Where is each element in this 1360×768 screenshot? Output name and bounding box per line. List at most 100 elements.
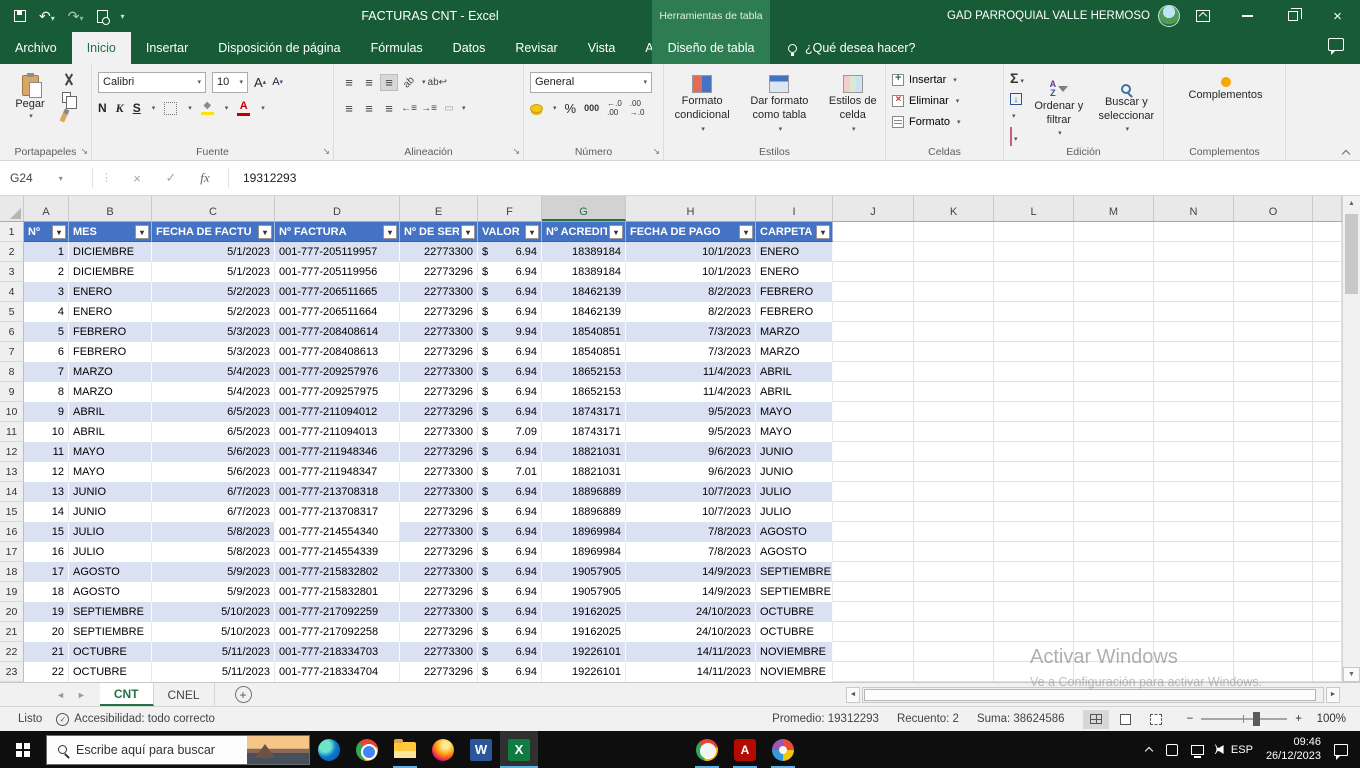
- grid-cell[interactable]: 9: [24, 402, 69, 422]
- grid-cell[interactable]: [833, 362, 914, 382]
- grid-cell[interactable]: ABRIL: [756, 362, 833, 382]
- borders-icon[interactable]: [164, 102, 177, 115]
- language-indicator[interactable]: ESP: [1231, 744, 1253, 756]
- grid-cell[interactable]: 16: [24, 542, 69, 562]
- grid-cell[interactable]: 13: [24, 482, 69, 502]
- grid-cell[interactable]: 18652153: [542, 382, 626, 402]
- grid-cell[interactable]: [1234, 422, 1313, 442]
- grid-cell[interactable]: JUNIO: [69, 502, 152, 522]
- grid-cell[interactable]: [914, 502, 994, 522]
- decrease-indent-icon[interactable]: ←≡: [400, 103, 418, 114]
- grid-cell[interactable]: $6.94: [478, 582, 542, 602]
- scroll-right-icon[interactable]: ►: [1326, 687, 1340, 703]
- grid-cell[interactable]: AGOSTO: [69, 582, 152, 602]
- grid-cell[interactable]: [914, 482, 994, 502]
- grid-cell[interactable]: ENERO: [69, 302, 152, 322]
- grid-cell[interactable]: [1313, 342, 1342, 362]
- page-layout-view-button[interactable]: [1113, 710, 1139, 729]
- grid-cell[interactable]: 18540851: [542, 322, 626, 342]
- grid-cell[interactable]: [914, 582, 994, 602]
- decrease-decimal-icon[interactable]: .00→.0: [630, 99, 645, 117]
- grid-cell[interactable]: 22773300: [400, 642, 478, 662]
- save-icon[interactable]: [14, 10, 26, 22]
- filter-dropdown-icon[interactable]: ▾: [383, 225, 397, 239]
- grid-cell[interactable]: [1074, 362, 1154, 382]
- column-header-H[interactable]: H: [626, 196, 756, 221]
- grid-cell[interactable]: [833, 602, 914, 622]
- row-header-23[interactable]: 23: [0, 662, 24, 682]
- grid-cell[interactable]: [1154, 562, 1234, 582]
- table-col-header[interactable]: MES▾: [69, 222, 152, 242]
- grid-cell[interactable]: [1234, 282, 1313, 302]
- number-dialog-launcher-icon[interactable]: ↘: [652, 146, 660, 157]
- grid-cell[interactable]: [1313, 282, 1342, 302]
- grid-cell[interactable]: MARZO: [69, 382, 152, 402]
- zoom-in-button[interactable]: +: [1295, 713, 1302, 725]
- grid-cell[interactable]: [914, 302, 994, 322]
- font-size-select[interactable]: 10▾: [212, 72, 248, 93]
- grid-cell[interactable]: AGOSTO: [69, 562, 152, 582]
- row-header-1[interactable]: 1: [0, 222, 24, 242]
- tab-revisar[interactable]: Revisar: [500, 32, 572, 64]
- font-color-button[interactable]: A: [237, 101, 250, 116]
- grid-cell[interactable]: [1154, 282, 1234, 302]
- grid-cell[interactable]: [1074, 542, 1154, 562]
- redo-icon[interactable]: ↷▾: [68, 8, 84, 25]
- grid-cell[interactable]: 5/2/2023: [152, 282, 275, 302]
- grid-cell[interactable]: [914, 362, 994, 382]
- grid-cell[interactable]: 001-777-206511664: [275, 302, 400, 322]
- grid-cell[interactable]: [1234, 242, 1313, 262]
- grid-cell[interactable]: SEPTIEMBRE: [756, 582, 833, 602]
- grid-cell[interactable]: ABRIL: [756, 382, 833, 402]
- decrease-font-icon[interactable]: A: [272, 76, 283, 88]
- grid-cell[interactable]: [994, 642, 1074, 662]
- grid-cell[interactable]: [994, 602, 1074, 622]
- grid-cell[interactable]: 18389184: [542, 242, 626, 262]
- taskbar-app-chrome[interactable]: [348, 731, 386, 768]
- grid-cell[interactable]: $7.09: [478, 422, 542, 442]
- grid-cell[interactable]: $6.94: [478, 262, 542, 282]
- grid-cell[interactable]: [1234, 602, 1313, 622]
- grid-cell[interactable]: 14/11/2023: [626, 642, 756, 662]
- grid-cell[interactable]: 5/6/2023: [152, 462, 275, 482]
- account-avatar[interactable]: [1158, 5, 1180, 27]
- grid-cell[interactable]: [1154, 602, 1234, 622]
- grid-cell[interactable]: 6/7/2023: [152, 482, 275, 502]
- grid-cell[interactable]: [914, 462, 994, 482]
- grid-cell[interactable]: 24/10/2023: [626, 622, 756, 642]
- sheet-nav-left-icon[interactable]: ◄: [56, 690, 65, 700]
- clear-icon[interactable]: [1010, 127, 1012, 146]
- grid-cell[interactable]: 5/6/2023: [152, 442, 275, 462]
- grid-cell[interactable]: [1313, 402, 1342, 422]
- grid-cell[interactable]: 18389184: [542, 262, 626, 282]
- account-area[interactable]: GAD PARROQUIAL VALLE HERMOSO: [947, 0, 1180, 32]
- grid-cell[interactable]: [1234, 502, 1313, 522]
- grid-cell[interactable]: [833, 322, 914, 342]
- grid-cell[interactable]: 9/6/2023: [626, 462, 756, 482]
- grid-cell[interactable]: [1074, 482, 1154, 502]
- grid-cell[interactable]: [1313, 442, 1342, 462]
- grid-cell[interactable]: FEBRERO: [69, 322, 152, 342]
- grid-cell[interactable]: 5/8/2023: [152, 542, 275, 562]
- grid-cell[interactable]: [1154, 422, 1234, 442]
- grid-cell[interactable]: [994, 302, 1074, 322]
- grid-cell[interactable]: 001-777-214554340: [275, 522, 400, 542]
- row-header-10[interactable]: 10: [0, 402, 24, 422]
- increase-decimal-icon[interactable]: ←.0.00: [607, 99, 622, 117]
- grid-cell[interactable]: 001-777-215832801: [275, 582, 400, 602]
- action-center-icon[interactable]: [1334, 744, 1348, 756]
- grid-cell[interactable]: 5/9/2023: [152, 582, 275, 602]
- grid-cell[interactable]: 9/5/2023: [626, 422, 756, 442]
- grid-cell[interactable]: [1154, 582, 1234, 602]
- grid-cell[interactable]: 17: [24, 562, 69, 582]
- grid-cell[interactable]: 12: [24, 462, 69, 482]
- grid-cell[interactable]: 5/3/2023: [152, 322, 275, 342]
- grid-cell[interactable]: [914, 622, 994, 642]
- table-col-header[interactable]: Nº▾: [24, 222, 69, 242]
- row-header-22[interactable]: 22: [0, 642, 24, 662]
- grid-cell[interactable]: 22773296: [400, 382, 478, 402]
- grid-cell[interactable]: 18743171: [542, 402, 626, 422]
- grid-cell[interactable]: [1154, 482, 1234, 502]
- grid-cell[interactable]: 001-777-218334704: [275, 662, 400, 682]
- row-header-13[interactable]: 13: [0, 462, 24, 482]
